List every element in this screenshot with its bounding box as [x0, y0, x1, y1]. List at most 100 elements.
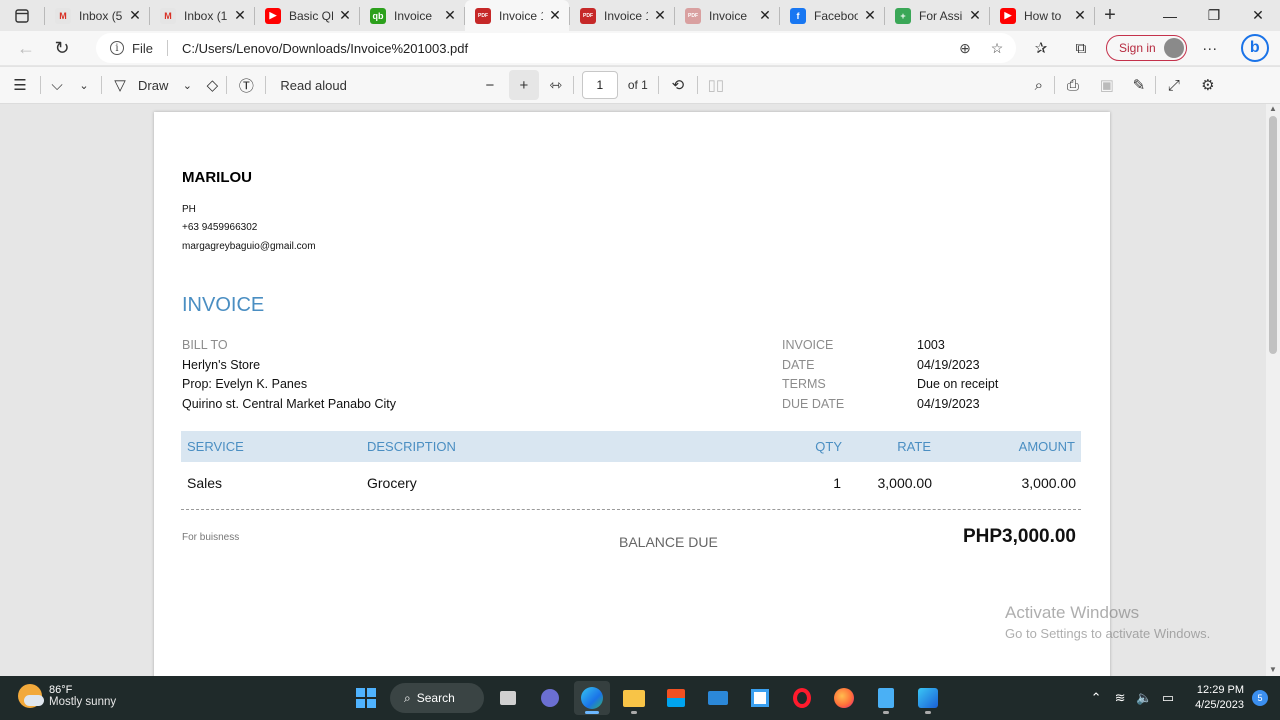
settings-more-button[interactable]: ··· — [1195, 33, 1225, 63]
business-country: PH — [182, 204, 196, 215]
opera-button[interactable] — [784, 681, 820, 715]
date-value: 04/19/2023 — [917, 358, 980, 372]
collections-button[interactable]: ⧉ — [1066, 33, 1096, 63]
fit-page-button[interactable]: ⇿ — [539, 70, 573, 100]
volume-icon[interactable]: 🔈 — [1133, 690, 1155, 706]
rotate-button[interactable]: ⟲ — [659, 70, 697, 100]
column-header-rate: RATE — [897, 439, 931, 454]
page-number-input[interactable]: 1 — [581, 71, 618, 99]
task-view-button[interactable] — [490, 681, 526, 715]
print-button[interactable]: ⎙ — [1055, 70, 1091, 100]
clock[interactable]: 12:29 PM 4/25/2023 — [1195, 683, 1244, 713]
file-explorer-button[interactable] — [616, 681, 652, 715]
taskbar-search[interactable]: ⌕ Search — [390, 683, 484, 713]
page-view-button[interactable]: ▯▯ — [698, 70, 734, 100]
cell-description: Grocery — [367, 475, 417, 491]
scroll-down-icon[interactable]: ▼ — [1269, 665, 1277, 674]
start-button[interactable] — [348, 681, 384, 715]
edge-taskbar-button[interactable] — [574, 681, 610, 715]
favorites-button[interactable]: ✰ — [1026, 33, 1056, 63]
close-tab-icon[interactable]: ✕ — [127, 7, 143, 24]
contents-button[interactable]: ☰ — [0, 70, 40, 100]
scrollbar-thumb[interactable] — [1269, 116, 1277, 354]
cell-qty: 1 — [833, 475, 841, 491]
notepad-button[interactable] — [868, 681, 904, 715]
pdf-viewer[interactable]: MARILOU PH +63 9459966302 margagreybagui… — [0, 104, 1266, 676]
close-tab-icon[interactable]: ✕ — [547, 7, 563, 24]
photos-button[interactable] — [910, 681, 946, 715]
close-tab-icon[interactable]: ✕ — [862, 7, 878, 24]
zoom-in-button[interactable]: + — [508, 70, 539, 100]
tab-1[interactable]: M Inbox (5 ✕ — [45, 0, 149, 31]
pdf-settings-button[interactable]: ⚙ — [1192, 70, 1224, 100]
minimize-button[interactable]: — — [1148, 0, 1192, 31]
bing-icon: b — [1249, 39, 1260, 56]
tab-actions-button[interactable] — [0, 0, 44, 31]
tab-5[interactable]: PDF Invoice 1 ✕ — [465, 0, 569, 31]
draw-button[interactable]: ▽ — [102, 70, 138, 100]
highlight-button[interactable]: ⌵ — [41, 70, 73, 100]
close-tab-icon[interactable]: ✕ — [1072, 7, 1088, 24]
battery-icon[interactable]: ▭ — [1157, 690, 1179, 706]
sign-in-button[interactable]: Sign in — [1106, 35, 1187, 61]
read-aloud-button[interactable]: Read aloud — [280, 70, 347, 100]
edge-icon — [581, 687, 603, 709]
chevron-up-icon[interactable]: ⌃ — [1085, 690, 1107, 706]
firefox-button[interactable] — [826, 681, 862, 715]
restore-button[interactable]: ❐ — [1192, 0, 1236, 31]
folder-icon — [623, 689, 645, 707]
scroll-up-icon[interactable]: ▲ — [1269, 104, 1277, 113]
tab-9[interactable]: + For Assi ✕ — [885, 0, 989, 31]
teams-chat-button[interactable] — [532, 681, 568, 715]
save-icon: ▣ — [1099, 77, 1114, 94]
vertical-scrollbar[interactable]: ▲ ▼ — [1266, 104, 1280, 676]
draw-label[interactable]: Draw — [138, 70, 168, 100]
weather-widget[interactable]: 86°F Mostly sunny — [18, 684, 116, 708]
close-tab-icon[interactable]: ✕ — [442, 7, 458, 24]
office-button[interactable] — [742, 681, 778, 715]
search-button[interactable]: ⌕ — [1024, 70, 1054, 100]
fullscreen-button[interactable]: ⤢ — [1156, 70, 1192, 100]
refresh-button[interactable]: ↻ — [44, 32, 80, 64]
tab-10[interactable]: ▶ How to ✕ — [990, 0, 1094, 31]
tab-3[interactable]: ▶ Basic QB ✕ — [255, 0, 359, 31]
tab-strip: M Inbox (5 ✕ M Inbox (1 ✕ ▶ Basic QB ✕ qb Invoice ✕… — [0, 0, 1280, 31]
close-tab-icon[interactable]: ✕ — [757, 7, 773, 24]
tab-2[interactable]: M Inbox (1 ✕ — [150, 0, 254, 31]
tab-8[interactable]: f Faceboo ✕ — [780, 0, 884, 31]
tab-title: Invoice — [394, 8, 433, 23]
tab-4[interactable]: qb Invoice ✕ — [360, 0, 464, 31]
store-icon — [667, 689, 685, 707]
balance-due-value: PHP3,000.00 — [962, 526, 1076, 547]
save-as-button[interactable]: ✎ — [1123, 70, 1155, 100]
close-tab-icon[interactable]: ✕ — [967, 7, 983, 24]
erase-button[interactable]: ◇ — [198, 70, 226, 100]
highlight-dropdown[interactable]: ⌄ — [73, 70, 95, 100]
back-button[interactable]: ← — [8, 32, 44, 64]
refresh-icon: ↻ — [54, 37, 70, 58]
close-tab-icon[interactable]: ✕ — [652, 7, 668, 24]
close-window-button[interactable]: ✕ — [1236, 0, 1280, 31]
bing-button[interactable]: b — [1240, 34, 1269, 62]
back-arrow-icon: ← — [17, 37, 35, 58]
search-icon: ⌕ — [404, 690, 411, 705]
new-tab-button[interactable]: + — [1095, 0, 1125, 31]
zoom-icon[interactable]: ⊕ — [954, 37, 976, 59]
url-field[interactable]: i File C:/Users/Lenovo/Downloads/Invoice… — [96, 33, 1016, 63]
youtube-icon: ▶ — [1000, 7, 1016, 24]
store-button[interactable] — [658, 681, 694, 715]
close-tab-icon[interactable]: ✕ — [337, 7, 353, 24]
zoom-out-button[interactable]: − — [475, 70, 505, 100]
clock-date: 4/25/2023 — [1195, 699, 1244, 711]
save-button[interactable]: ▣ — [1091, 70, 1123, 100]
text-button[interactable]: Ⓣ — [227, 70, 265, 100]
draw-dropdown[interactable]: ⌄ — [176, 70, 198, 100]
mail-button[interactable] — [700, 681, 736, 715]
notification-badge[interactable]: 5 — [1252, 690, 1268, 706]
add-favorite-icon[interactable]: ☆ — [986, 37, 1008, 59]
wifi-icon[interactable]: ≋ — [1109, 690, 1131, 706]
tab-7[interactable]: PDF Invoice ✕ — [675, 0, 779, 31]
close-tab-icon[interactable]: ✕ — [232, 7, 248, 24]
toolbar-divider — [265, 76, 267, 94]
tab-6[interactable]: PDF Invoice 1 ✕ — [570, 0, 674, 31]
